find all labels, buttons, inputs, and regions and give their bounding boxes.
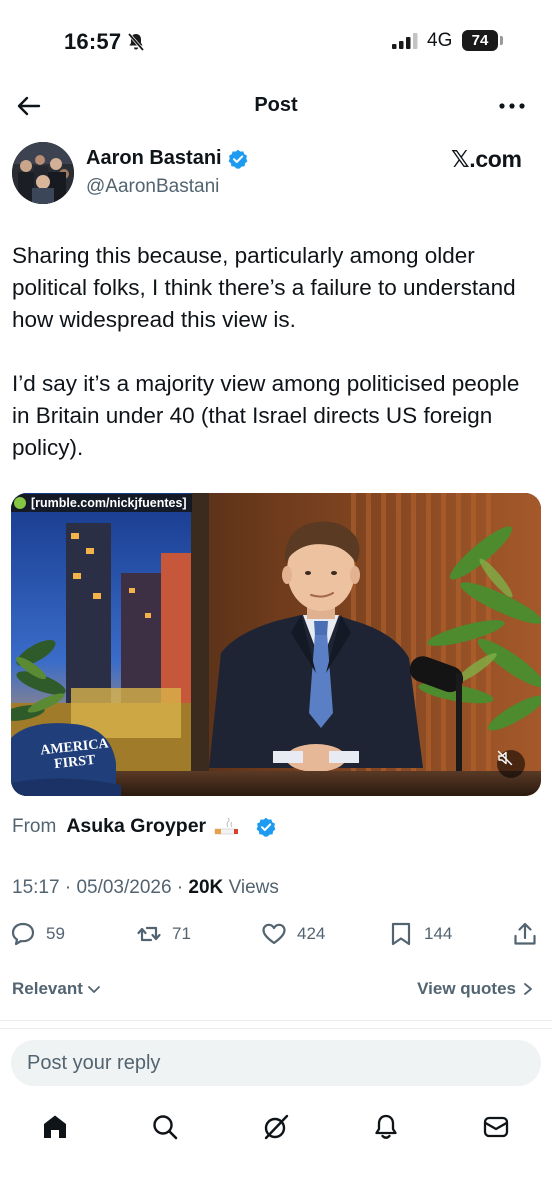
tab-search[interactable] [150, 1112, 180, 1142]
reply-count: 59 [46, 924, 65, 943]
tab-grok[interactable] [261, 1112, 291, 1142]
like-count: 424 [297, 924, 326, 943]
rumble-logo-icon [14, 497, 26, 509]
from-attribution: From Asuka Groyper [12, 815, 276, 838]
post-header: Post [0, 80, 552, 132]
heart-icon [262, 923, 286, 945]
verified-badge-icon [256, 817, 276, 837]
grok-icon [264, 1114, 289, 1140]
views-label: Views [228, 877, 279, 898]
author-name[interactable]: Aaron Bastani [86, 147, 222, 170]
post-text: Sharing this because, particularly among… [12, 240, 542, 496]
sort-relevant-dropdown[interactable]: Relevant [12, 979, 101, 999]
post-paragraph-2: I’d say it’s a majority view among polit… [12, 371, 520, 460]
view-quotes-label: View quotes [417, 979, 516, 998]
author-handle[interactable]: @AaronBastani [86, 176, 219, 198]
network-type: 4G [427, 30, 453, 51]
reply-input[interactable]: Post your reply [11, 1040, 541, 1086]
post-meta: 15:17 · 05/03/2026 · 20K Views [12, 877, 279, 899]
repost-count: 71 [172, 924, 191, 943]
repost-button[interactable]: 71 [136, 918, 191, 950]
repost-icon [137, 926, 161, 942]
cigarette-emoji-icon [214, 817, 239, 834]
page-title: Post [254, 94, 298, 116]
meta-separator: · [64, 877, 77, 898]
battery-indicator: 74 [462, 30, 498, 51]
status-time: 16:57 [64, 29, 122, 54]
share-icon [514, 922, 536, 945]
more-button[interactable] [496, 94, 528, 118]
bell-off-icon [127, 32, 145, 52]
watermark-text: [rumble.com/nickjfuentes] [31, 496, 187, 510]
share-button[interactable] [512, 918, 538, 950]
mute-button[interactable] [497, 750, 525, 778]
post-time[interactable]: 15:17 [12, 877, 60, 898]
reply-button[interactable]: 59 [10, 918, 65, 950]
view-quotes-link[interactable]: View quotes [417, 979, 534, 999]
views-count: 20K [188, 877, 224, 898]
sort-relevant-label: Relevant [12, 979, 83, 998]
volume-muted-icon [497, 750, 513, 766]
chevron-down-icon [87, 986, 100, 993]
more-horizontal-icon [499, 103, 525, 109]
verified-badge-icon [228, 149, 247, 169]
like-button[interactable]: 424 [261, 918, 325, 950]
bottom-tab-bar [0, 1104, 552, 1154]
source-logo: 𝕏.com [451, 146, 522, 172]
tab-home[interactable] [40, 1112, 70, 1142]
tab-messages[interactable] [481, 1112, 511, 1142]
action-bar: 59 71 424 144 [0, 918, 552, 954]
home-icon [44, 1115, 66, 1138]
video-media[interactable]: [rumble.com/nickjfuentes] AMERICA FIRST [11, 493, 541, 796]
bookmark-button[interactable]: 144 [388, 918, 452, 950]
comment-icon [11, 922, 35, 946]
bookmark-icon [391, 922, 411, 946]
battery-tip [500, 36, 503, 45]
meta-separator: · [176, 877, 189, 898]
tab-notifications[interactable] [371, 1112, 401, 1142]
chevron-right-icon [524, 983, 532, 995]
post-paragraph-1: Sharing this because, particularly among… [12, 243, 516, 332]
bell-icon [375, 1114, 397, 1139]
avatar[interactable] [12, 142, 74, 204]
divider [0, 1028, 552, 1029]
signal-icon [392, 33, 418, 49]
divider [0, 1020, 552, 1021]
from-name[interactable]: Asuka Groyper [66, 815, 206, 838]
status-bar: 16:57 4G 74 [0, 0, 552, 80]
video-watermark: [rumble.com/nickjfuentes] [11, 494, 192, 512]
search-icon [153, 1115, 178, 1140]
author-name-row[interactable]: Aaron Bastani [86, 147, 248, 170]
mail-icon [483, 1116, 509, 1138]
bookmark-count: 144 [424, 924, 453, 943]
post-date[interactable]: 05/03/2026 [76, 877, 171, 898]
from-label: From [12, 815, 57, 837]
